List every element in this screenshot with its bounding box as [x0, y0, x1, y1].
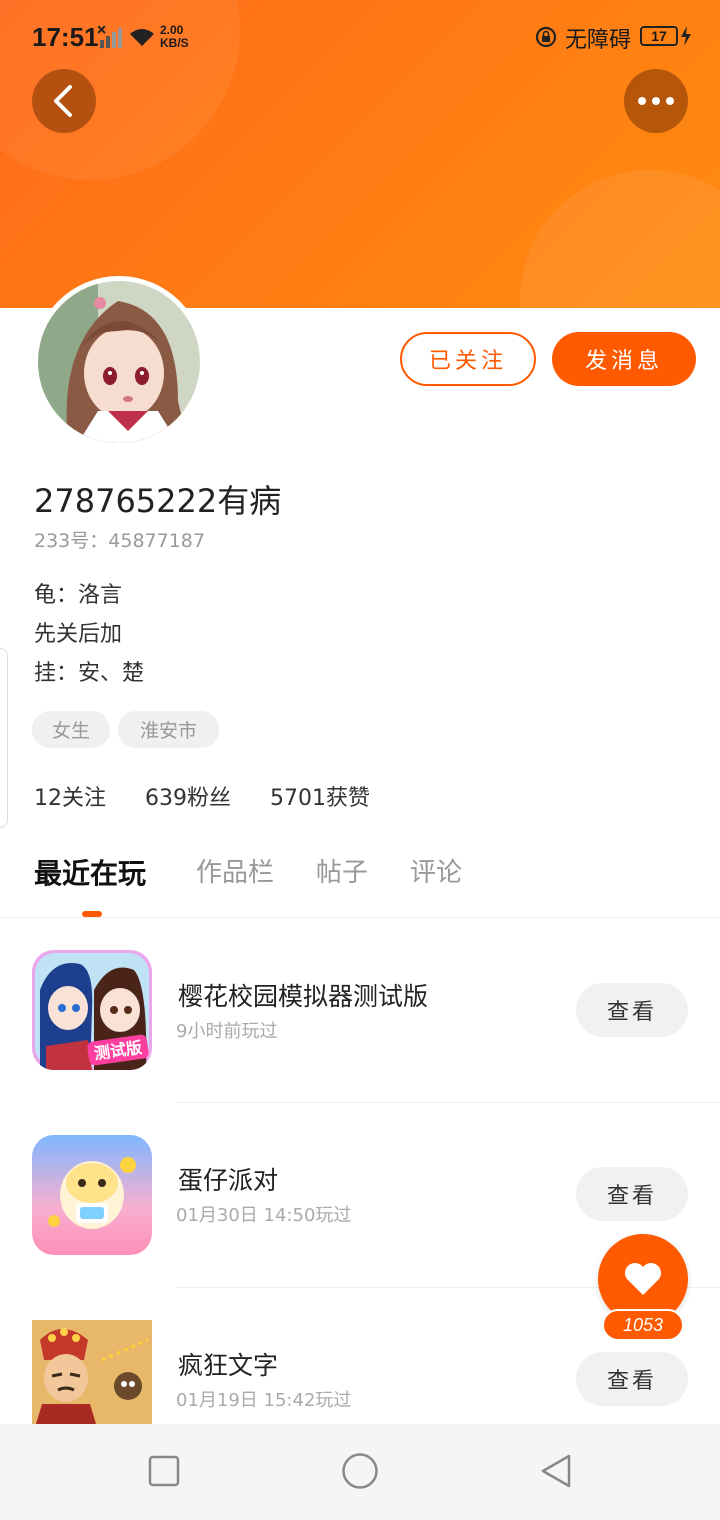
username: 278765222有病 — [34, 482, 282, 520]
triangle-back-icon — [541, 1454, 571, 1488]
like-count-badge: 1053 — [602, 1309, 684, 1341]
bio-line: 先关后加 — [34, 622, 123, 647]
avatar-image — [38, 281, 200, 443]
accessibility-label: 无障碍 — [565, 28, 632, 53]
battery-icon: 17 — [640, 26, 678, 46]
more-dots-icon — [638, 97, 674, 105]
game-last-played: 9小时前玩过 — [176, 1021, 278, 1042]
divider — [176, 1102, 720, 1103]
home-button[interactable] — [335, 1446, 385, 1496]
tab-posts[interactable]: 帖子 — [316, 852, 368, 889]
view-game-button[interactable]: 查看 — [576, 983, 688, 1037]
followed-button[interactable]: 已关注 — [400, 332, 536, 386]
user-id: 233号：45877187 — [34, 530, 205, 552]
network-speed-unit: KB/S — [160, 36, 189, 50]
system-nav-bar — [0, 1424, 720, 1520]
followers-count[interactable]: 639粉丝 — [145, 780, 231, 812]
wifi-icon — [130, 29, 154, 46]
status-time: 17:51 — [32, 22, 99, 52]
tag-location: 淮安市 — [118, 711, 219, 748]
tab-recently-played[interactable]: 最近在玩 — [34, 852, 146, 892]
game-title[interactable]: 樱花校园模拟器测试版 — [178, 977, 428, 1013]
circle-icon — [342, 1453, 378, 1489]
rotation-lock-icon — [535, 26, 557, 48]
chevron-left-icon — [54, 85, 72, 117]
bio-line: 龟：洛言 — [34, 583, 123, 608]
charging-icon — [681, 26, 691, 46]
square-icon — [148, 1455, 180, 1487]
game-title[interactable]: 疯狂文字 — [178, 1346, 278, 1382]
game-icon-sakura[interactable]: 测试版 — [32, 950, 152, 1070]
view-game-button[interactable]: 查看 — [576, 1167, 688, 1221]
send-message-button[interactable]: 发消息 — [552, 332, 696, 386]
game-icon-crazy-words[interactable] — [32, 1320, 152, 1424]
recent-apps-button[interactable] — [139, 1446, 189, 1496]
following-count[interactable]: 12关注 — [34, 780, 106, 812]
network-speed: 2.00 KB/S — [160, 24, 189, 50]
view-game-button[interactable]: 查看 — [576, 1352, 688, 1406]
status-bar: 17:51 2.00 KB/S 无障碍 17 — [0, 0, 720, 72]
more-options-button[interactable] — [624, 69, 688, 133]
side-drawer-handle[interactable] — [0, 648, 8, 828]
divider — [0, 917, 720, 918]
heart-icon — [625, 1263, 661, 1295]
tab-works[interactable]: 作品栏 — [196, 852, 274, 889]
game-last-played: 01月30日 14:50玩过 — [176, 1205, 352, 1226]
banner-decoration — [520, 170, 720, 308]
game-title[interactable]: 蛋仔派对 — [178, 1161, 278, 1197]
bio-line: 挂：安、楚 — [34, 661, 145, 686]
likes-count: 5701获赞 — [270, 786, 370, 811]
back-nav-button[interactable] — [531, 1446, 581, 1496]
tag-gender: 女生 — [32, 711, 110, 748]
avatar[interactable] — [33, 276, 205, 448]
back-button[interactable] — [32, 69, 96, 133]
tab-comments[interactable]: 评论 — [410, 852, 462, 889]
game-last-played: 01月19日 15:42玩过 — [176, 1390, 352, 1411]
signal-icon — [98, 26, 122, 48]
game-icon-eggy-party[interactable] — [32, 1135, 152, 1255]
